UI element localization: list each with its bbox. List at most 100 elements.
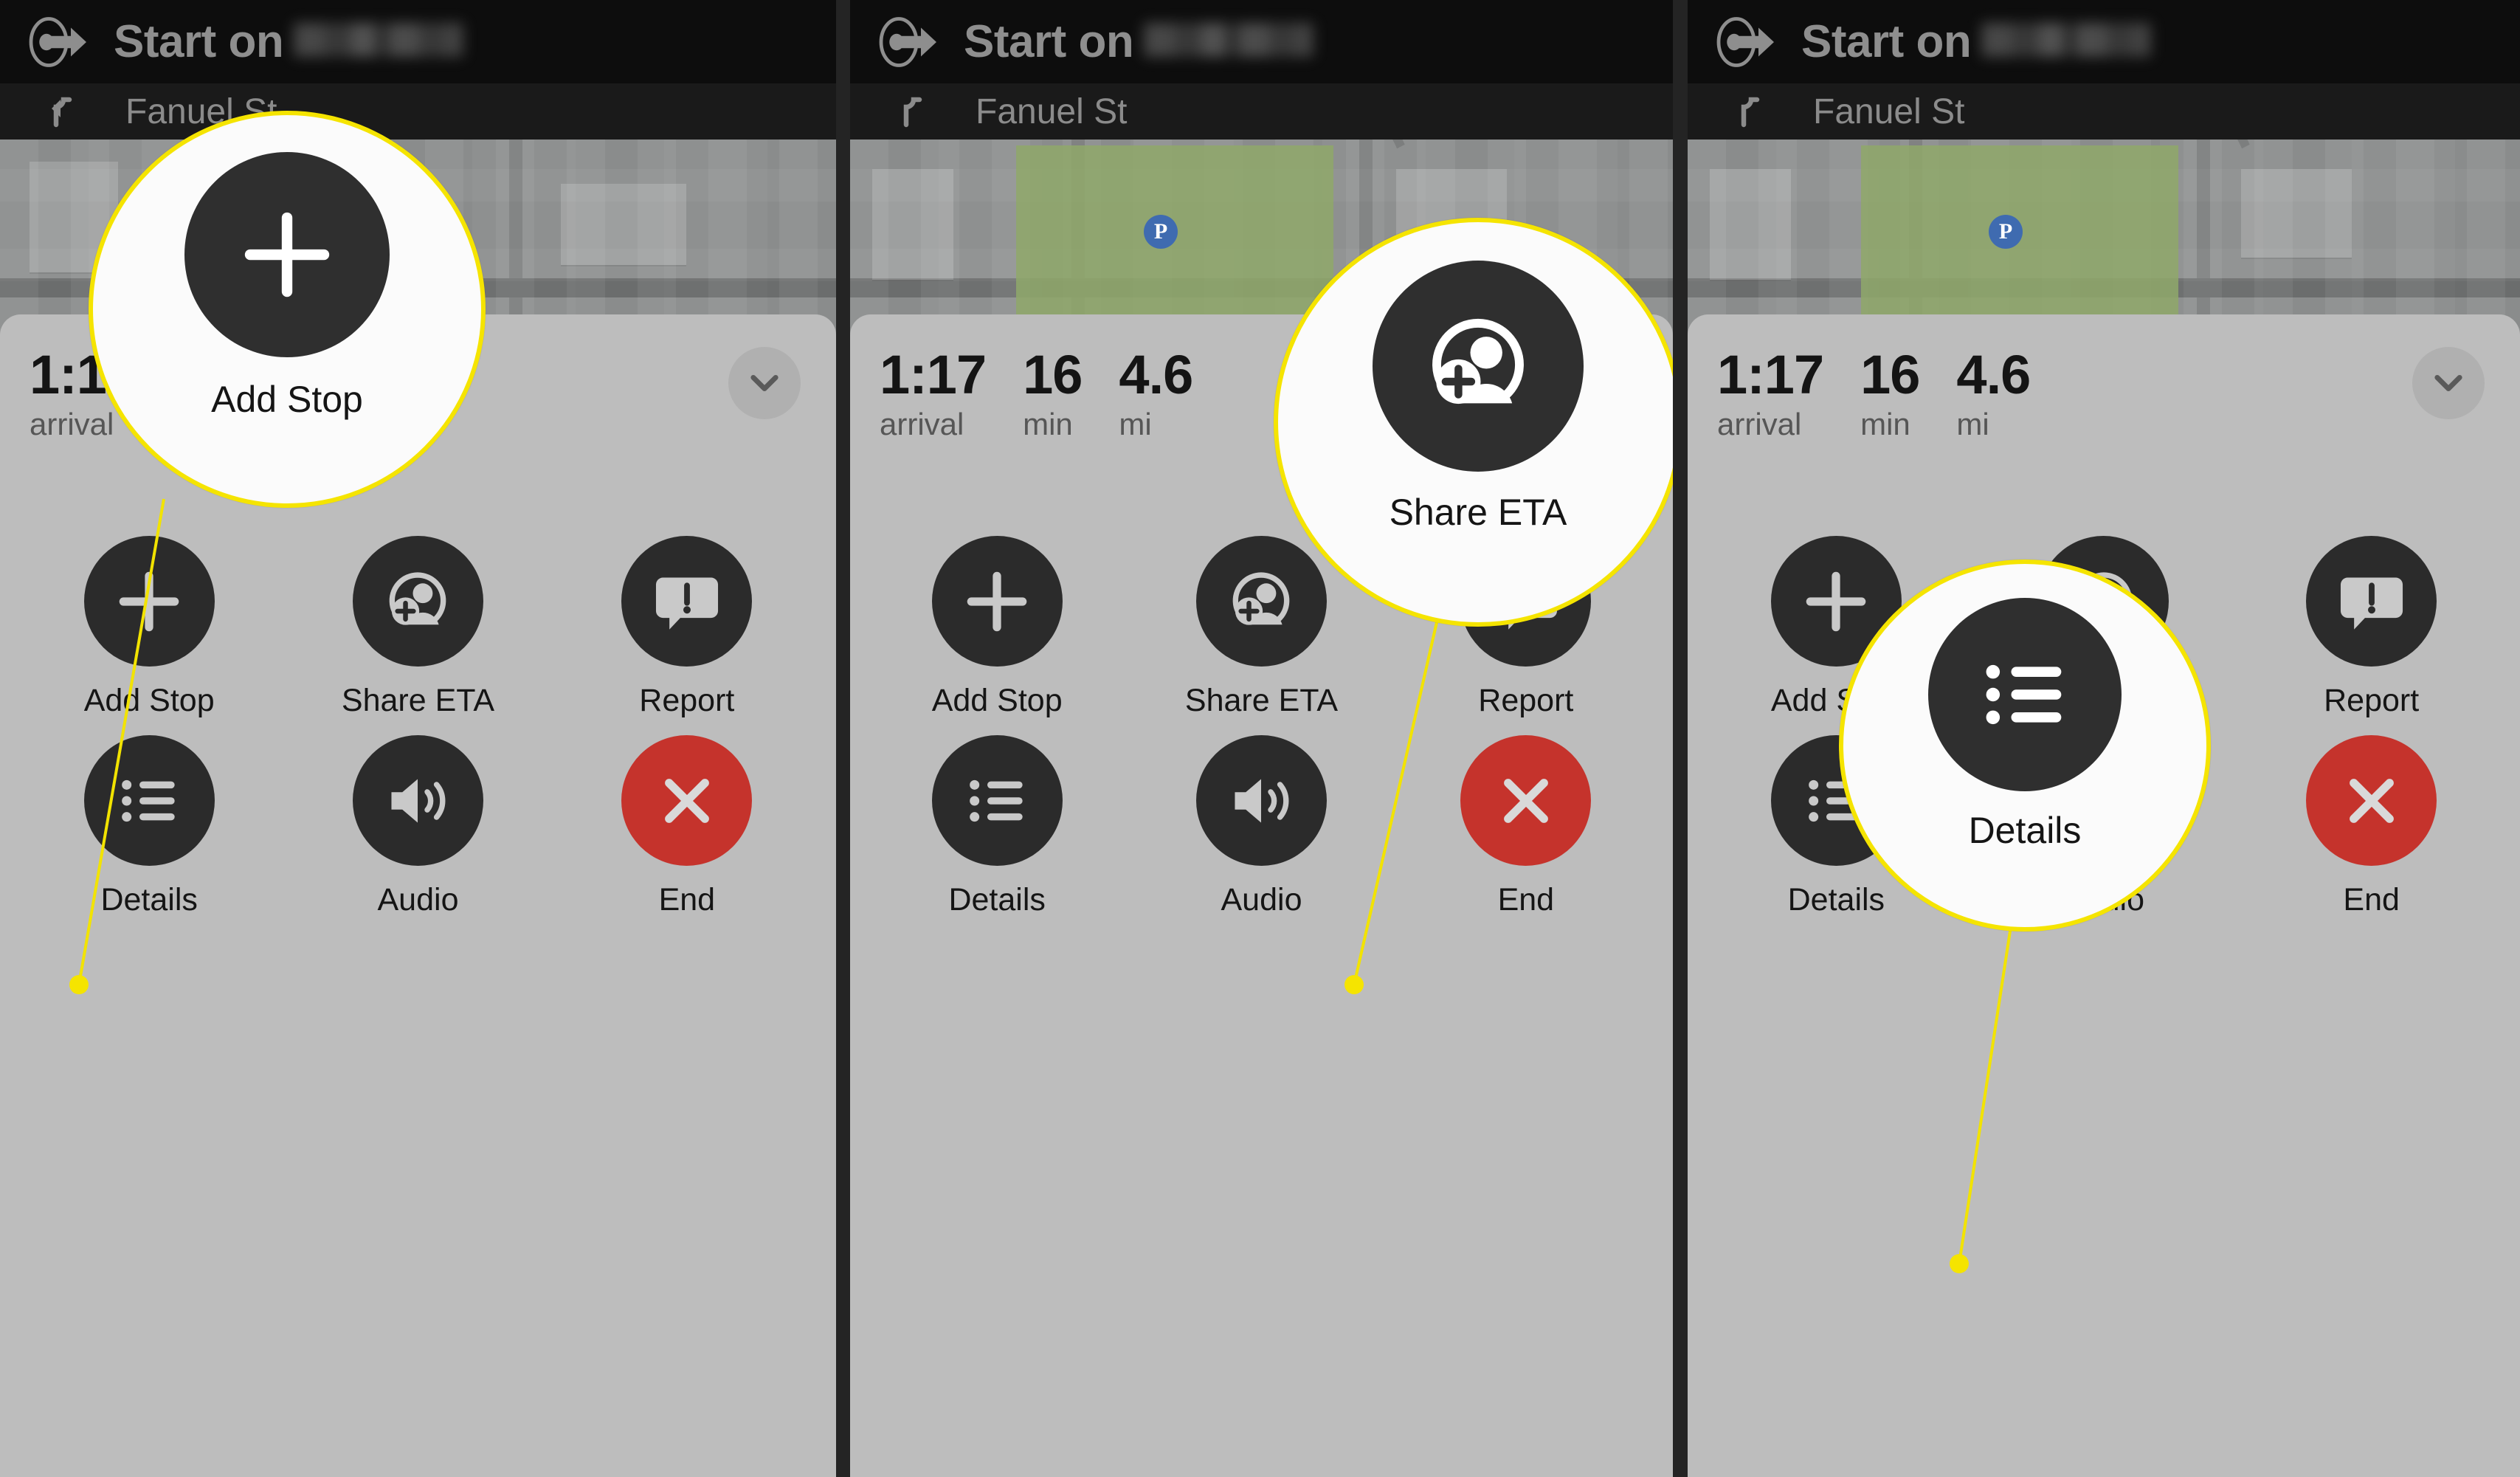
callout-details: Details (1839, 560, 2211, 932)
eta-arrival-value: 1:17 (1717, 344, 1824, 405)
action-report[interactable]: Report (2237, 536, 2505, 719)
callout-share-eta-label: Share ETA (1389, 492, 1567, 533)
eta-metric-min: 16 min (1860, 344, 1920, 442)
collapse-sheet-button[interactable] (728, 347, 801, 419)
eta-arrival-value: 1:17 (880, 344, 987, 405)
next-step-row: Fanuel St (1688, 83, 2520, 140)
eta-min-value: 16 (1860, 344, 1920, 405)
eta-metric-mi: 4.6 mi (1956, 344, 2031, 442)
eta-metric-mi: 4.6 mi (1119, 344, 1193, 442)
details-button[interactable] (83, 735, 215, 866)
report-label: Report (1478, 683, 1574, 718)
action-grid: Add Stop (0, 536, 836, 918)
audio-label: Audio (377, 882, 459, 917)
plus-icon (959, 563, 1035, 640)
speech-bubble-exclamation-icon (649, 563, 725, 640)
header-title-text: Start on (114, 16, 284, 67)
callout-share-eta-circle[interactable] (1373, 261, 1584, 472)
redacted-street-name (1981, 23, 2152, 57)
eta-mi-label: mi (1956, 407, 1989, 442)
plus-icon (232, 199, 342, 310)
action-audio[interactable]: Audio (283, 735, 552, 918)
map-building (872, 169, 953, 280)
callout-add-stop-circle[interactable] (184, 152, 390, 357)
page-title: Start on (1801, 16, 2152, 68)
nav-header: Start on (1688, 0, 2520, 83)
report-button[interactable] (2306, 536, 2437, 667)
header-title-text: Start on (1801, 16, 1972, 67)
callout-details-circle[interactable] (1928, 598, 2122, 791)
action-details[interactable]: Details (15, 735, 283, 918)
plus-icon (111, 563, 187, 640)
add-stop-label: Add Stop (83, 683, 215, 718)
collapse-sheet-button[interactable] (2412, 347, 2485, 419)
action-end[interactable]: End (553, 735, 821, 918)
end-button[interactable] (621, 735, 753, 866)
eta-metric-arrival: 1:17 arrival (880, 344, 987, 442)
page-title: Start on (964, 16, 1314, 68)
details-button[interactable] (931, 735, 1063, 866)
person-add-icon (1223, 563, 1299, 640)
parking-marker[interactable]: P (1989, 215, 2023, 249)
eta-summary: 1:17 arrival 16 min 4.6 mi (1688, 314, 2520, 442)
audio-label: Audio (1221, 882, 1302, 917)
end-label: End (2343, 882, 2400, 917)
depart-arrow-icon (872, 7, 943, 78)
add-stop-button[interactable] (931, 536, 1063, 667)
action-end[interactable]: End (2237, 735, 2505, 918)
callout-details-label: Details (1968, 810, 2082, 851)
end-button[interactable] (1460, 735, 1592, 866)
share-eta-button[interactable] (352, 536, 483, 667)
turn-left-icon (32, 88, 80, 135)
share-eta-button[interactable] (1195, 536, 1327, 667)
list-icon (1970, 640, 2079, 749)
action-audio[interactable]: Audio (1129, 735, 1393, 918)
redacted-street-name (294, 23, 464, 57)
panel-divider (836, 0, 850, 1477)
add-stop-button[interactable] (83, 536, 215, 667)
action-end[interactable]: End (1394, 735, 1658, 918)
eta-mi-value: 4.6 (1956, 344, 2031, 405)
action-add-stop[interactable]: Add Stop (865, 536, 1129, 719)
eta-metric-min: 16 min (1023, 344, 1083, 442)
report-label: Report (639, 683, 735, 718)
header-title-text: Start on (964, 16, 1134, 67)
add-stop-label: Add Stop (931, 683, 1063, 718)
map-building (1710, 169, 1791, 280)
depart-arrow-icon (1710, 7, 1781, 78)
person-add-icon (1416, 304, 1540, 428)
close-x-icon (649, 762, 725, 839)
speaker-waves-icon (1223, 762, 1299, 839)
report-button[interactable] (621, 536, 753, 667)
details-label: Details (948, 882, 1046, 917)
details-label: Details (1787, 882, 1885, 917)
next-step-street: Fanuel St (1813, 92, 1965, 131)
next-step-row: Fanuel St (0, 83, 836, 140)
turn-left-icon (883, 88, 930, 135)
action-share-eta[interactable]: Share ETA (283, 536, 552, 719)
share-eta-label: Share ETA (1184, 683, 1339, 718)
callout-add-stop-label: Add Stop (211, 379, 363, 420)
audio-button[interactable] (1195, 735, 1327, 866)
eta-arrival-label: arrival (1717, 407, 1802, 442)
page-title: Start on (114, 16, 464, 68)
parking-marker[interactable]: P (1144, 215, 1178, 249)
person-add-icon (379, 563, 456, 640)
audio-button[interactable] (352, 735, 483, 866)
end-label: End (1497, 882, 1555, 917)
list-icon (111, 762, 187, 839)
end-button[interactable] (2306, 735, 2437, 866)
turn-left-icon (1720, 88, 1767, 135)
action-report[interactable]: Report (553, 536, 821, 719)
details-label: Details (100, 882, 198, 917)
nav-header: Start on (850, 0, 1673, 83)
eta-mi-value: 4.6 (1119, 344, 1193, 405)
eta-metric-arrival: 1:17 arrival (1717, 344, 1824, 442)
eta-min-value: 16 (1023, 344, 1083, 405)
depart-arrow-icon (22, 7, 93, 78)
action-details[interactable]: Details (865, 735, 1129, 918)
action-add-stop[interactable]: Add Stop (15, 536, 283, 719)
end-label: End (658, 882, 716, 917)
callout-add-stop: Add Stop (89, 111, 486, 508)
chevron-down-icon (2429, 364, 2468, 402)
